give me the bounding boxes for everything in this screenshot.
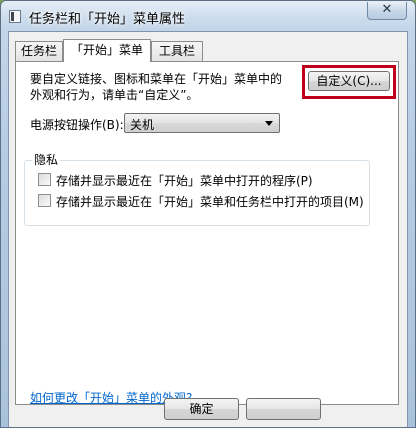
close-button[interactable]: ✕ bbox=[367, 2, 407, 20]
customize-description: 要自定义链接、图标和菜单在「开始」菜单中的 外观和行为，请单击“自定义”。 bbox=[30, 71, 300, 103]
highlight-box bbox=[302, 65, 396, 99]
tab-start-menu[interactable]: 「开始」菜单 bbox=[63, 39, 151, 62]
chevron-down-icon bbox=[265, 121, 273, 126]
taskbar-properties-icon bbox=[9, 10, 21, 23]
ok-button[interactable]: 确定 bbox=[164, 398, 239, 420]
dialog-client: 任务栏 「开始」菜单 工具栏 要自定义链接、图标和菜单在「开始」菜单中的 外观和… bbox=[8, 31, 408, 427]
power-action-select[interactable]: 关机 bbox=[124, 113, 280, 133]
power-button-label: 电源按钮操作(B): bbox=[30, 118, 124, 132]
cancel-button[interactable] bbox=[246, 398, 321, 420]
privacy-option-items-label: 存储并显示最近在「开始」菜单和任务栏中打开的项目(M) bbox=[56, 195, 364, 209]
privacy-option-programs-label: 存储并显示最近在「开始」菜单中打开的程序(P) bbox=[56, 174, 313, 188]
tab-taskbar[interactable]: 任务栏 bbox=[15, 41, 63, 61]
properties-dialog: 任务栏和「开始」菜单属性 ✕ 任务栏 「开始」菜单 工具栏 要自定义链接、图标和… bbox=[0, 0, 416, 428]
title-bar[interactable]: 任务栏和「开始」菜单属性 ✕ bbox=[1, 1, 415, 31]
description-line-1: 要自定义链接、图标和菜单在「开始」菜单中的 bbox=[30, 72, 283, 86]
privacy-group-label: 隐私 bbox=[32, 151, 61, 168]
window-title: 任务栏和「开始」菜单属性 bbox=[29, 12, 186, 27]
tab-toolbars[interactable]: 工具栏 bbox=[151, 41, 203, 61]
power-action-value: 关机 bbox=[130, 118, 155, 132]
start-menu-panel: 要自定义链接、图标和菜单在「开始」菜单中的 外观和行为，请单击“自定义”。 自定… bbox=[15, 61, 399, 405]
checkbox-items[interactable] bbox=[38, 194, 51, 207]
description-line-2: 外观和行为，请单击“自定义”。 bbox=[30, 88, 199, 102]
checkbox-programs[interactable] bbox=[38, 173, 51, 186]
